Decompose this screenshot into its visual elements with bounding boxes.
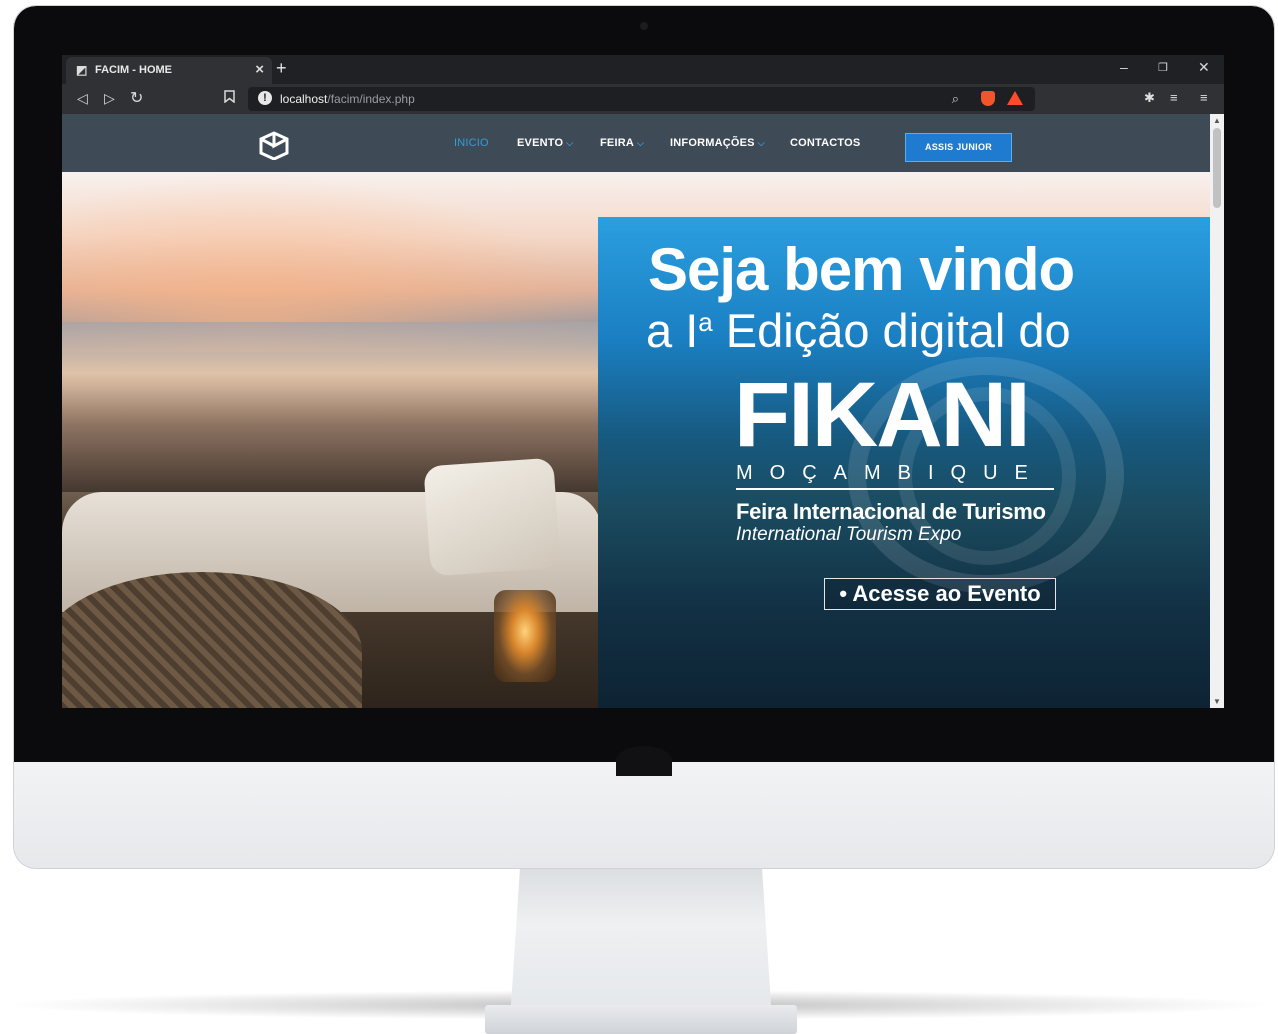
extensions-icon[interactable]: ✱	[1144, 90, 1155, 106]
nav-item-feira[interactable]: FEIRA ⌵	[600, 137, 644, 149]
chevron-down-icon: ⌵	[637, 138, 645, 148]
chevron-down-icon: ⌵	[566, 138, 574, 148]
nav-item-label: FEIRA	[600, 137, 634, 149]
browser-tab[interactable]: ◩ FACIM - HOME ×	[66, 57, 272, 84]
nav-item-inicio[interactable]: INICIO	[454, 137, 489, 149]
nav-item-label: EVENTO	[517, 137, 564, 149]
back-button[interactable]: ◁	[77, 90, 88, 107]
subtitle-post: Edição digital do	[712, 304, 1071, 357]
monitor-chin	[14, 762, 1274, 868]
window-close-button[interactable]: ✕	[1198, 59, 1210, 76]
minimize-button[interactable]: –	[1120, 59, 1128, 75]
monitor-stand-base	[485, 1005, 797, 1034]
nav-item-label: INFORMAÇÕES	[670, 137, 755, 149]
forward-button[interactable]: ▷	[104, 90, 115, 107]
tagline-pt: Feira Internacional de Turismo	[736, 499, 1046, 524]
nav-item-informacoes[interactable]: INFORMAÇÕES ⌵	[670, 137, 765, 149]
monitor-stand	[510, 860, 772, 1020]
scroll-down-icon[interactable]: ▼	[1213, 697, 1221, 706]
browser-tabbar: ◩ FACIM - HOME × + – ❐ ✕	[62, 55, 1224, 84]
hero-section: Seja bem vindo a Ia Edição digital do FI…	[62, 172, 1210, 708]
bookmark-icon[interactable]	[224, 90, 235, 106]
brand-divider	[736, 488, 1054, 490]
nav-item-evento[interactable]: EVENTO ⌵	[517, 137, 573, 149]
browser-toolbar: ◁ ▷ ↻ ! localhost/facim/index.php ⌕ ✱ ≡ …	[62, 84, 1224, 114]
address-bar[interactable]: ! localhost/facim/index.php ⌕	[248, 87, 1035, 111]
user-button[interactable]: ASSIS JUNIOR	[905, 133, 1012, 162]
brand-name: FIKANI	[734, 364, 1031, 466]
nav-item-contactos[interactable]: CONTACTOS	[790, 137, 860, 149]
access-event-button[interactable]: • Acesse ao Evento	[824, 578, 1056, 610]
web-page: INICIO EVENTO ⌵ FEIRA ⌵ INFORMAÇÕES ⌵ CONTA…	[62, 114, 1210, 708]
url-host: localhost	[280, 92, 328, 106]
site-navbar: INICIO EVENTO ⌵ FEIRA ⌵ INFORMAÇÕES ⌵ CONTA…	[62, 114, 1210, 172]
camera-icon	[640, 22, 648, 30]
new-tab-button[interactable]: +	[276, 58, 287, 79]
tab-close-icon[interactable]: ×	[255, 61, 264, 78]
apple-logo-icon	[616, 746, 672, 776]
banner-title: Seja bem vindo	[648, 236, 1075, 303]
scroll-up-icon[interactable]: ▲	[1213, 116, 1221, 125]
page-scrollbar[interactable]: ▲ ▼	[1210, 114, 1224, 708]
hero-photo-candle	[494, 590, 556, 682]
menu-icon[interactable]: ≡	[1200, 90, 1208, 105]
banner-subtitle: a Ia Edição digital do	[646, 303, 1071, 358]
url-path: /facim/index.php	[327, 92, 415, 106]
brave-shield-icon[interactable]	[981, 91, 995, 106]
chevron-down-icon: ⌵	[757, 138, 765, 148]
brave-rewards-icon[interactable]	[1007, 91, 1023, 105]
brand-country: MOÇAMBIQUE	[736, 462, 1045, 484]
subtitle-sup: a	[698, 307, 713, 337]
url-text: localhost/facim/index.php	[280, 92, 415, 106]
hero-photo-pillow	[423, 457, 561, 577]
playlist-icon[interactable]: ≡	[1170, 90, 1178, 105]
zoom-icon[interactable]: ⌕	[952, 91, 959, 107]
screen: ◩ FACIM - HOME × + – ❐ ✕ ◁ ▷ ↻ ! localho…	[62, 55, 1224, 708]
favicon-icon: ◩	[76, 63, 88, 77]
scrollbar-thumb[interactable]	[1213, 128, 1221, 208]
reload-button[interactable]: ↻	[130, 88, 143, 108]
welcome-banner: Seja bem vindo a Ia Edição digital do FI…	[598, 217, 1210, 708]
tab-title: FACIM - HOME	[95, 64, 172, 76]
site-info-icon[interactable]: !	[258, 91, 272, 105]
subtitle-pre: a I	[646, 304, 699, 357]
restore-button[interactable]: ❐	[1158, 61, 1168, 74]
site-logo-icon[interactable]	[258, 130, 290, 160]
tagline-en: International Tourism Expo	[736, 524, 962, 545]
